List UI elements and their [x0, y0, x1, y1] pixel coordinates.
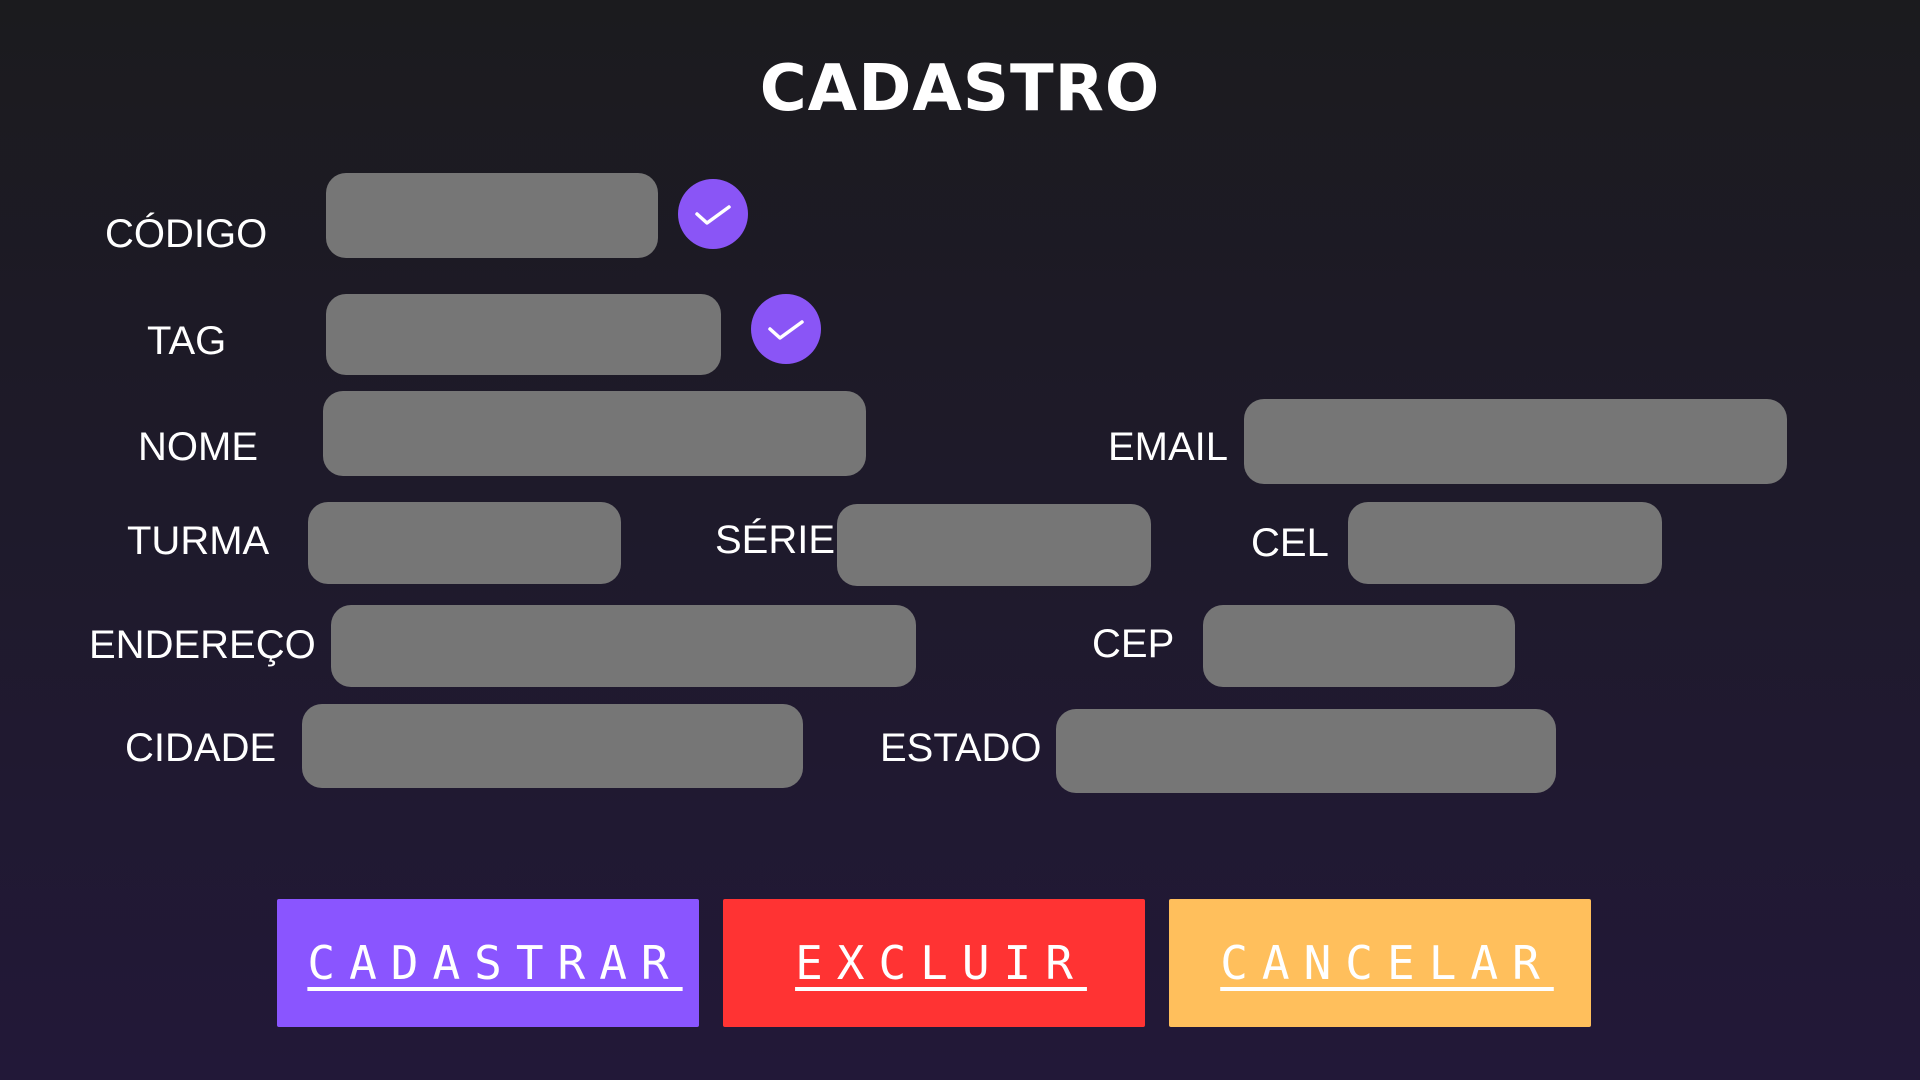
email-label: EMAIL: [1108, 425, 1229, 469]
codigo-field[interactable]: [326, 173, 658, 258]
serie-label: SÉRIE: [715, 518, 836, 562]
codigo-label: CÓDIGO: [105, 212, 268, 256]
turma-label: TURMA: [127, 519, 270, 563]
cidade-label: CIDADE: [125, 726, 277, 770]
tag-label: TAG: [147, 319, 227, 363]
email-field[interactable]: [1244, 399, 1787, 484]
endereco-field[interactable]: [331, 605, 916, 687]
check-icon: [768, 320, 804, 340]
cep-field[interactable]: [1203, 605, 1515, 687]
cel-field[interactable]: [1348, 502, 1662, 584]
cel-label: CEL: [1251, 521, 1329, 565]
estado-label: ESTADO: [880, 726, 1042, 770]
cadastrar-button-label: CADASTRAR: [307, 936, 683, 990]
page-title: CADASTRO: [759, 52, 1161, 126]
cancelar-button[interactable]: CANCELAR: [1169, 899, 1591, 1027]
serie-field[interactable]: [837, 504, 1151, 586]
tag-field[interactable]: [326, 294, 721, 375]
cidade-field[interactable]: [302, 704, 803, 788]
codigo-confirm-button[interactable]: [678, 179, 748, 249]
estado-field[interactable]: [1056, 709, 1556, 793]
endereco-label: ENDEREÇO: [89, 623, 316, 667]
cep-label: CEP: [1092, 622, 1175, 666]
nome-field[interactable]: [323, 391, 866, 476]
excluir-button-label: EXCLUIR: [795, 936, 1087, 990]
check-icon: [695, 205, 731, 225]
cancelar-button-label: CANCELAR: [1220, 936, 1554, 990]
excluir-button[interactable]: EXCLUIR: [723, 899, 1145, 1027]
turma-field[interactable]: [308, 502, 621, 584]
tag-confirm-button[interactable]: [751, 294, 821, 364]
cadastrar-button[interactable]: CADASTRAR: [277, 899, 699, 1027]
nome-label: NOME: [138, 425, 258, 469]
